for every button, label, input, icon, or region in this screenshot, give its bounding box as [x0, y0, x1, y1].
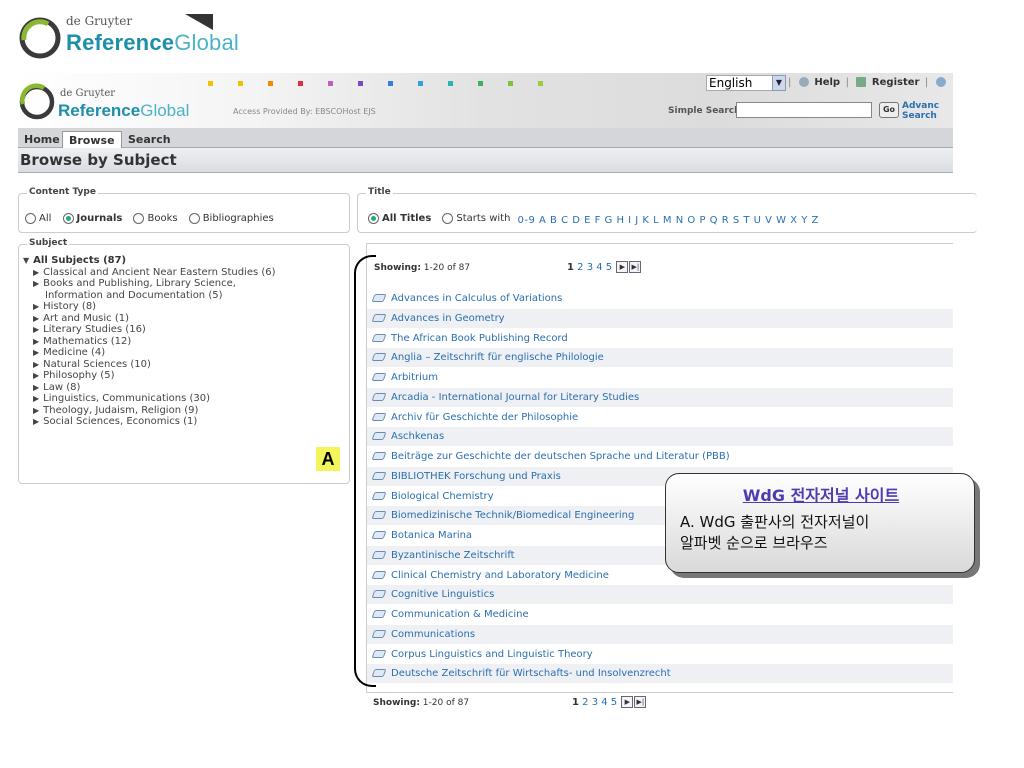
list-item[interactable]: Deutsche Zeitschrift für Wirtschafts- un… — [367, 664, 953, 684]
radio-bibliographies[interactable] — [188, 213, 200, 224]
simple-search-input[interactable] — [736, 102, 872, 118]
main-tabs: Home Browse Search — [18, 128, 953, 149]
subject-item[interactable]: ▶ Books and Publishing, Library Science, — [23, 278, 276, 290]
list-item[interactable]: Advances in Geometry — [367, 308, 953, 329]
subject-legend: Subject — [27, 238, 70, 248]
logo-publisher: de Gruyter — [66, 14, 133, 28]
list-item[interactable]: Cognitive Linguistics — [367, 585, 953, 605]
option-books-label: Books — [147, 213, 178, 224]
callout-title: WdG 전자저널 사이트 — [742, 486, 900, 505]
subject-item[interactable]: ▶ Theology, Judaism, Religion (9) — [23, 405, 276, 417]
subject-fieldset: Subject ▼ All Subjects (87) ▶ Classical an… — [18, 238, 350, 484]
page-title-bar: Browse by Subject — [18, 148, 953, 173]
next-page-icon[interactable]: ▶ — [621, 696, 634, 708]
list-item[interactable]: The African Book Publishing Record — [367, 329, 953, 349]
top-links: | Help | Register | — [786, 77, 948, 88]
radio-journals[interactable] — [62, 213, 74, 224]
header-logo-icon — [19, 83, 55, 120]
radio-all-titles[interactable] — [368, 213, 379, 224]
subject-tree: ▼ All Subjects (87) ▶ Classical and Ancien… — [23, 255, 276, 428]
subject-item[interactable]: ▶ Literary Studies (16) — [23, 324, 276, 336]
advanced-search-link[interactable]: Advanc Search — [902, 101, 939, 121]
content-type-legend: Content Type — [27, 187, 98, 197]
subject-item-continued[interactable]: Information and Documentation (5) — [23, 290, 276, 302]
subject-item[interactable]: ▶ Natural Sciences (10) — [23, 359, 276, 371]
header-publisher: de Gruyter — [60, 88, 116, 99]
subject-item[interactable]: ▶ Art and Music (1) — [23, 313, 276, 325]
logo-brand: ReferenceGlobal — [66, 30, 239, 55]
annotation-bracket — [354, 255, 376, 687]
corner-triangle-icon — [185, 14, 213, 30]
next-page-icon[interactable]: ▶ — [616, 261, 629, 273]
subject-item[interactable]: ▶ Social Sciences, Economics (1) — [23, 416, 276, 428]
option-bibliographies-label: Bibliographies — [202, 213, 274, 224]
option-all-label: All — [39, 213, 52, 224]
list-item[interactable]: Communication & Medicine — [367, 605, 953, 625]
triangle-down-icon: ▼ — [23, 256, 30, 265]
simple-search-label: Simple Search — [668, 106, 741, 116]
showing-bottom: Showing: 1-20 of 87 — [373, 698, 470, 708]
list-item[interactable]: Arbitrium — [367, 368, 953, 388]
color-dots — [208, 81, 558, 87]
subject-item[interactable]: ▶ Classical and Ancient Near Eastern Stud… — [23, 267, 276, 279]
go-button[interactable]: Go — [879, 102, 899, 118]
language-value[interactable]: English — [706, 75, 774, 91]
subject-item[interactable]: ▶ Medicine (4) — [23, 347, 276, 359]
title-fieldset: Title All Titles Starts with 0-9 A B C D… — [357, 187, 977, 233]
pager-bottom[interactable]: 1 2 3 4 5 ▶ ▶| — [572, 696, 647, 708]
site-header: de Gruyter ReferenceGlobal Access Provid… — [18, 73, 953, 128]
subject-item[interactable]: ▶ Law (8) — [23, 382, 276, 394]
access-text: Access Provided By: EBSCOHost EJS — [233, 107, 376, 116]
subject-item[interactable]: ▶ Linguistics, Communications (30) — [23, 393, 276, 405]
tab-home[interactable]: Home — [18, 131, 66, 148]
showing-top: Showing: 1-20 of 87 — [374, 263, 471, 273]
tab-browse[interactable]: Browse — [62, 131, 122, 149]
content-type-fieldset: Content Type All Journals Books Bibliogr… — [18, 187, 350, 233]
last-page-icon[interactable]: ▶| — [629, 261, 642, 273]
list-item[interactable]: Corpus Linguistics and Linguistic Theory — [367, 645, 953, 665]
login-icon — [935, 77, 946, 87]
list-item[interactable]: Communications — [367, 624, 953, 645]
tab-search[interactable]: Search — [122, 131, 177, 148]
pager-top[interactable]: 1 2 3 4 5 ▶ ▶| — [567, 261, 642, 273]
list-item[interactable]: Advances in Calculus of Variations — [367, 289, 953, 309]
all-titles-label: All Titles — [382, 213, 432, 224]
chevron-down-icon[interactable]: ▼ — [772, 75, 786, 91]
help-icon — [798, 77, 809, 87]
register-icon — [856, 77, 867, 87]
subject-item[interactable]: ▶ History (8) — [23, 301, 276, 313]
subject-item[interactable]: ▶ Philosophy (5) — [23, 370, 276, 382]
list-item[interactable]: Beiträge zur Geschichte der deutschen Sp… — [367, 447, 953, 467]
alphabet-links[interactable]: 0-9 A B C D E F G H I J K L M N O P Q R … — [518, 215, 819, 226]
subject-item[interactable]: ▶ Mathematics (12) — [23, 336, 276, 348]
subject-root[interactable]: ▼ All Subjects (87) — [23, 255, 276, 267]
option-journals-label: Journals — [76, 213, 123, 224]
list-item[interactable]: Anglia – Zeitschrift für englische Philo… — [367, 348, 953, 368]
radio-books[interactable] — [133, 213, 145, 224]
list-item[interactable]: Aschkenas — [367, 427, 953, 447]
title-legend: Title — [366, 187, 393, 197]
results-box: Showing: 1-20 of 87 1 2 3 4 5 ▶ ▶| Advanc… — [366, 243, 953, 693]
starts-with-label: Starts with — [456, 213, 511, 224]
help-link[interactable]: Help — [814, 77, 840, 88]
list-item[interactable]: Arcadia - International Journal for Lite… — [367, 387, 953, 408]
header-brand[interactable]: ReferenceGlobal — [58, 101, 189, 121]
annotation-badge-a: A — [316, 447, 340, 471]
radio-all[interactable] — [25, 213, 36, 224]
annotation-callout: WdG 전자저널 사이트 A. WdG 출판사의 전자저널이 알파벳 순으로 브… — [665, 473, 975, 573]
page-title: Browse by Subject — [20, 151, 177, 169]
callout-body: A. WdG 출판사의 전자저널이 알파벳 순으로 브라우즈 — [680, 513, 870, 552]
logo-swirl-icon — [19, 17, 61, 59]
radio-starts-with[interactable] — [442, 213, 454, 224]
last-page-icon[interactable]: ▶| — [634, 696, 647, 708]
list-item[interactable]: Archiv für Geschichte der Philosophie — [367, 408, 953, 428]
register-link[interactable]: Register — [872, 77, 920, 88]
